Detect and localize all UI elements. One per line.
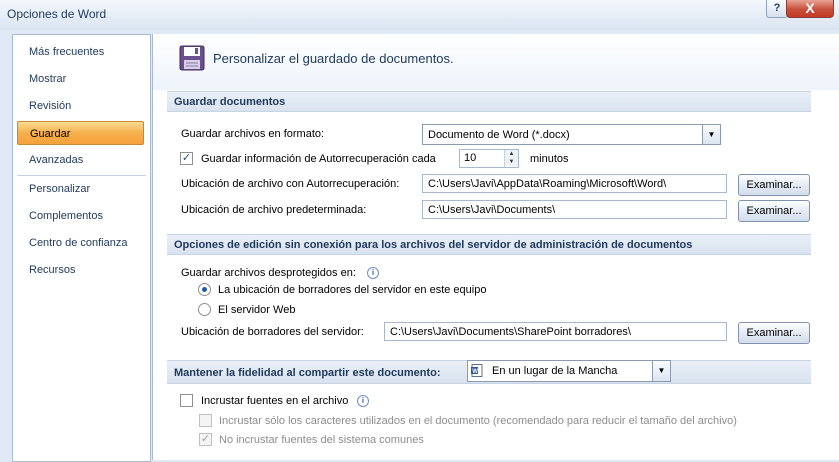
section-heading-offline: Opciones de edición sin conexión para lo…: [167, 234, 811, 255]
spinner-down-icon[interactable]: ▼: [505, 158, 518, 166]
section-heading-save: Guardar documentos: [167, 91, 811, 112]
radio-local-drafts[interactable]: [198, 283, 211, 296]
page-header: Personalizar el guardado de documentos.: [153, 34, 839, 90]
browse-autorecover-button[interactable]: Examinar...: [738, 174, 810, 196]
drafts-path-field[interactable]: C:\Users\Javi\Documents\SharePoint borra…: [384, 322, 727, 341]
autorecover-label: Guardar información de Autorrecuperación…: [201, 153, 436, 165]
browse-drafts-button[interactable]: Examinar...: [738, 322, 810, 344]
sidebar-item-centro-de-confianza[interactable]: Centro de confianza: [17, 231, 144, 255]
autorecover-minutes-spinner[interactable]: 10 ▲ ▼: [459, 149, 519, 168]
autorecover-checkbox[interactable]: ✓: [180, 152, 193, 165]
sidebar-item-avanzadas[interactable]: Avanzadas: [17, 148, 144, 172]
embed-used-only-label: Incrustar sólo los caracteres utilizados…: [219, 415, 737, 427]
fidelity-document-value: En un lugar de la Mancha: [492, 365, 618, 377]
embed-fonts-checkbox[interactable]: [180, 394, 193, 407]
sidebar-item-revision[interactable]: Revisión: [17, 94, 144, 118]
sidebar-divider: [17, 175, 146, 176]
embed-used-only-checkbox[interactable]: [199, 414, 212, 427]
minutes-label: minutos: [530, 153, 569, 165]
close-button[interactable]: X: [786, 0, 834, 18]
sidebar-item-complementos[interactable]: Complementos: [17, 204, 144, 228]
floppy-disk-icon: [179, 45, 205, 71]
radio-local-drafts-label: La ubicación de borradores del servidor …: [218, 284, 487, 296]
chevron-down-icon: ▼: [652, 361, 670, 381]
sidebar-item-mostrar[interactable]: Mostrar: [17, 67, 144, 91]
fidelity-document-dropdown[interactable]: W En un lugar de la Mancha ▼: [467, 360, 671, 382]
word-document-icon: W: [471, 364, 483, 377]
autorecover-path-label: Ubicación de archivo con Autorrecuperaci…: [181, 178, 400, 190]
chevron-down-icon: ▼: [702, 125, 720, 144]
embed-fonts-label: Incrustar fuentes en el archivo: [201, 395, 349, 407]
title-bar: Opciones de Word ? X: [0, 0, 839, 30]
default-path-label: Ubicación de archivo predeterminada:: [181, 204, 367, 216]
info-icon[interactable]: i: [357, 395, 369, 407]
options-panel: Personalizar el guardado de documentos. …: [152, 34, 839, 460]
no-system-fonts-checkbox[interactable]: ✓: [199, 433, 212, 446]
autorecover-path-field[interactable]: C:\Users\Javi\AppData\Roaming\Microsoft\…: [422, 174, 727, 193]
sidebar: Más frecuentes Mostrar Revisión Guardar …: [12, 34, 151, 462]
no-system-fonts-label: No incrustar fuentes del sistema comunes: [219, 434, 424, 446]
format-value: Documento de Word (*.docx): [428, 129, 570, 141]
spinner-arrows[interactable]: ▲ ▼: [504, 150, 518, 167]
page-title: Personalizar el guardado de documentos.: [213, 51, 454, 66]
sidebar-item-personalizar[interactable]: Personalizar: [17, 177, 144, 201]
sidebar-item-guardar[interactable]: Guardar: [17, 121, 144, 145]
autorecover-minutes-value: 10: [464, 152, 477, 164]
radio-web-server[interactable]: [198, 303, 211, 316]
sidebar-item-mas-frecuentes[interactable]: Más frecuentes: [17, 40, 144, 64]
save-to-label: Guardar archivos desprotegidos en:: [181, 267, 356, 279]
radio-web-server-label: El servidor Web: [218, 304, 296, 316]
svg-text:W: W: [472, 369, 478, 375]
info-icon[interactable]: i: [367, 267, 379, 279]
default-path-field[interactable]: C:\Users\Javi\Documents\: [422, 200, 727, 219]
format-dropdown[interactable]: Documento de Word (*.docx) ▼: [422, 124, 721, 145]
help-button[interactable]: ?: [766, 0, 788, 18]
window-title: Opciones de Word: [7, 7, 107, 21]
drafts-path-label: Ubicación de borradores del servidor:: [181, 326, 364, 338]
spinner-up-icon[interactable]: ▲: [505, 150, 518, 158]
browse-default-button[interactable]: Examinar...: [738, 200, 810, 222]
format-label: Guardar archivos en formato:: [181, 128, 325, 140]
sidebar-item-recursos[interactable]: Recursos: [17, 258, 144, 282]
